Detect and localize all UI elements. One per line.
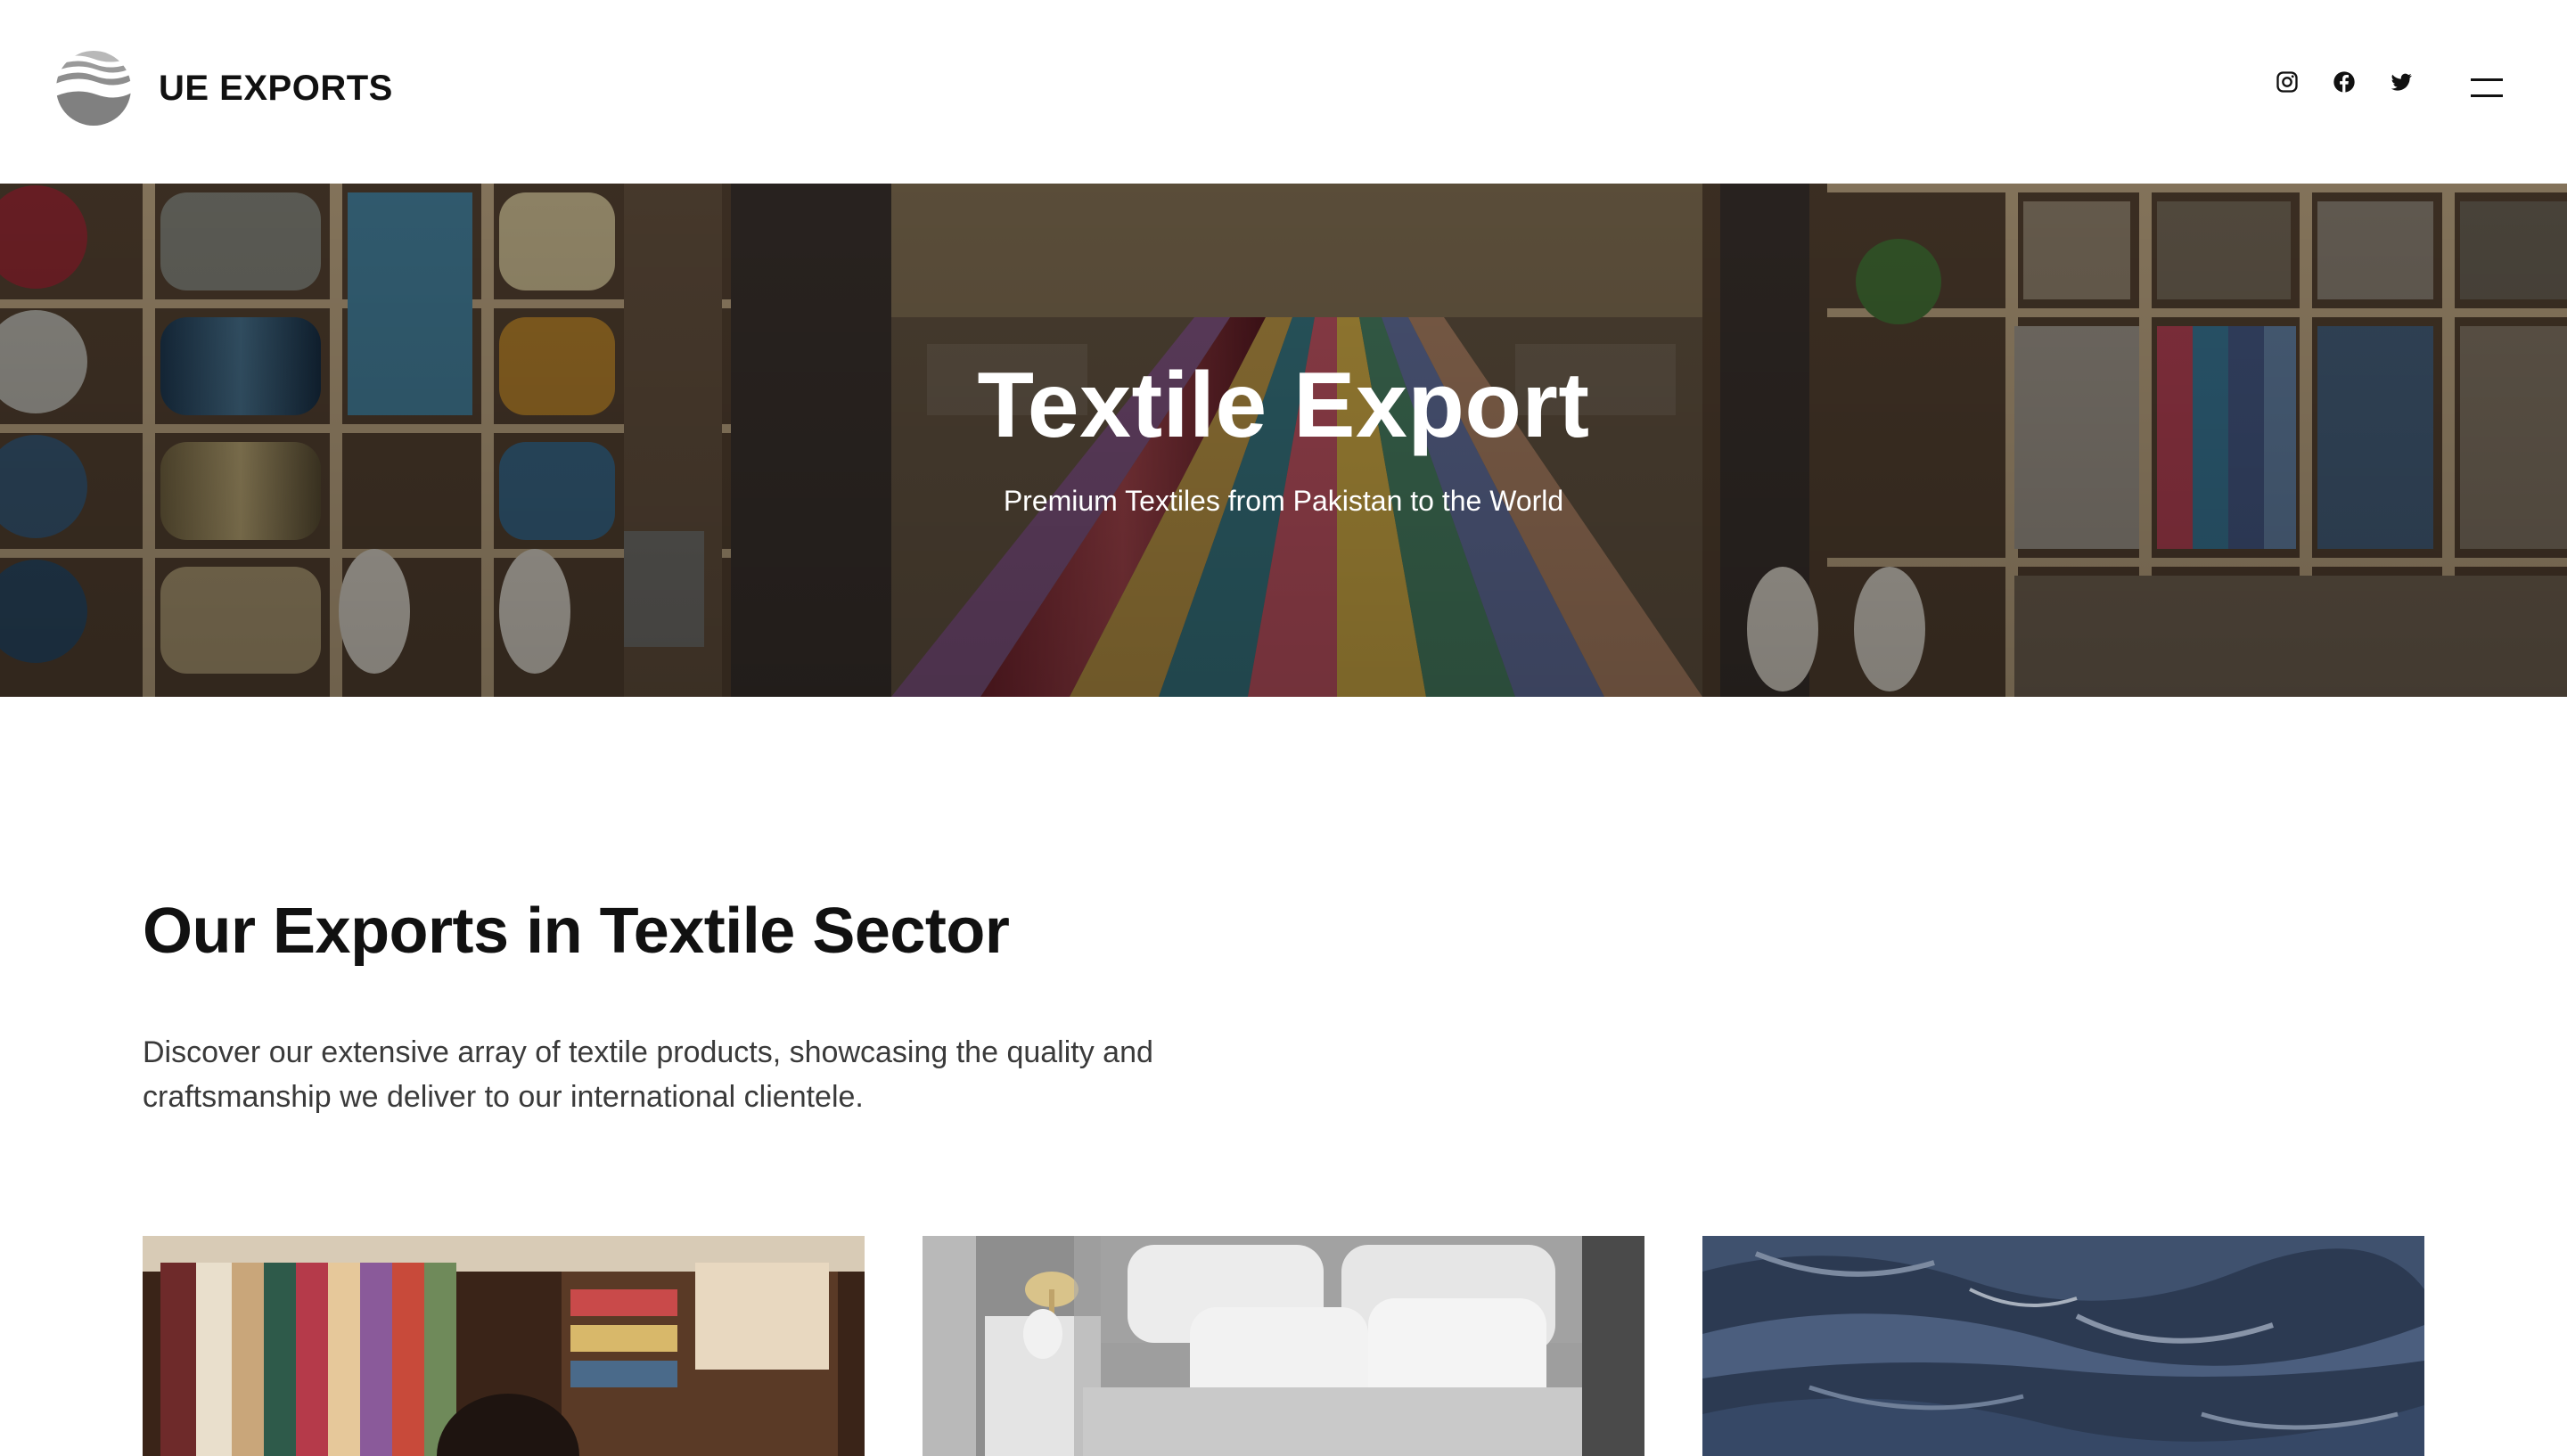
hero-banner: Textile Export Premium Textiles from Pak… [0, 184, 2567, 697]
facebook-icon [2333, 71, 2355, 93]
twitter-link[interactable] [2389, 70, 2414, 94]
social-links [2275, 70, 2414, 94]
brand-name: UE EXPORTS [159, 68, 393, 108]
hamburger-menu-icon [2471, 78, 2503, 81]
bedding-image [923, 1236, 1644, 1456]
twitter-icon [2391, 73, 2412, 91]
site-header: UE EXPORTS [0, 0, 2567, 184]
bedding-card[interactable] [923, 1236, 1644, 1456]
section-description: Discover our extensive array of textile … [143, 1035, 1153, 1114]
instagram-icon [2276, 71, 2298, 93]
wave-globe-logo-icon [56, 51, 131, 126]
facebook-link[interactable] [2332, 70, 2357, 94]
hamburger-menu-icon-bar [2471, 94, 2503, 97]
hamburger-menu-button[interactable] [2471, 77, 2503, 100]
hero-subtitle: Premium Textiles from Pakistan to the Wo… [1003, 485, 1564, 517]
export-cards [143, 1236, 2424, 1456]
instagram-link[interactable] [2275, 70, 2300, 94]
hero-title: Textile Export [977, 354, 1590, 457]
garment-shop-image [143, 1236, 865, 1456]
garment-shop-card[interactable] [143, 1236, 865, 1456]
brand-link[interactable]: UE EXPORTS [55, 50, 393, 127]
section-title: Our Exports in Textile Sector [143, 896, 1010, 967]
denim-fabric-card[interactable] [1702, 1236, 2424, 1456]
denim-fabric-image [1702, 1236, 2424, 1456]
